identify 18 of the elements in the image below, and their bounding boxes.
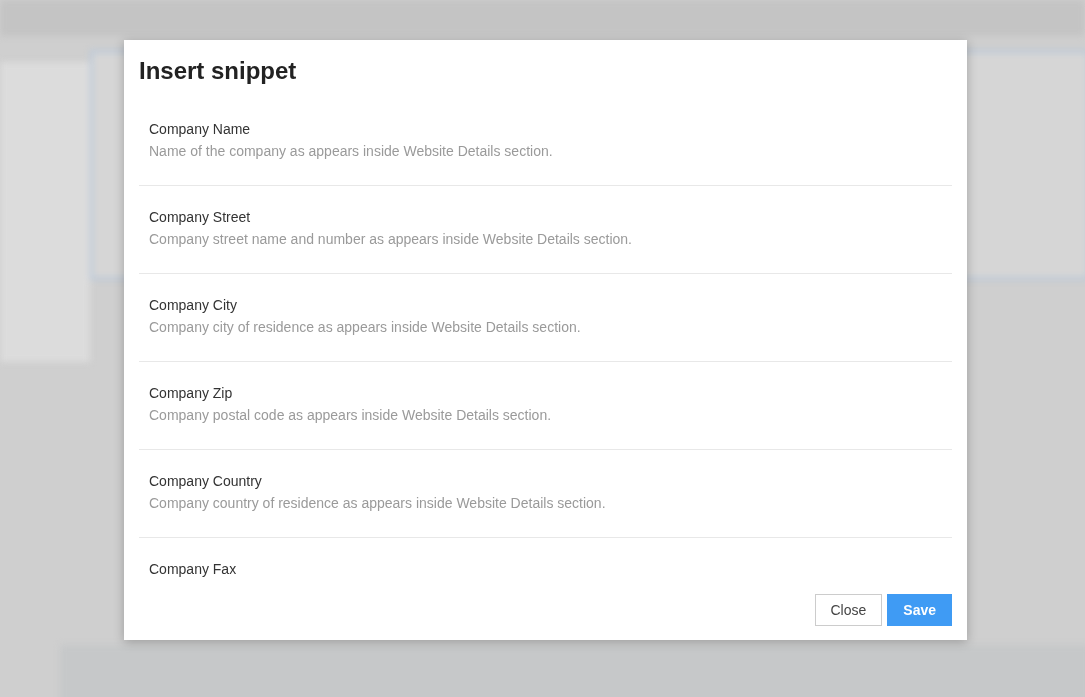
- snippet-name: Company Fax: [149, 561, 237, 577]
- snippet-name: Company Street: [149, 209, 251, 225]
- snippet-item[interactable]: Company City Company city of residence as appears inside Website Details section.: [139, 274, 952, 362]
- snippet-item[interactable]: Company Name Name of the company as appears inside Website Details section.: [139, 98, 952, 186]
- snippet-item[interactable]: Company Country Company country of residence as appears inside Website Details section.: [139, 450, 952, 538]
- snippet-description: Company postal code as appears inside Website Details section.: [149, 407, 552, 423]
- snippet-name: Company Zip: [149, 385, 233, 401]
- dialog-title: Insert snippet: [139, 56, 298, 86]
- snippet-description: Company country of residence as appears inside Website Details section.: [149, 495, 606, 511]
- snippet-name: Company Name: [149, 121, 251, 137]
- snippet-description: Name of the company as appears inside Website Details section.: [149, 143, 553, 159]
- snippet-description: Company street name and number as appears inside Website Details section.: [149, 231, 632, 247]
- snippet-item[interactable]: Company Street Company street name and number as appears inside Website Details section.: [139, 186, 952, 274]
- close-button[interactable]: Close: [814, 594, 883, 626]
- snippet-item[interactable]: Company Zip Company postal code as appears inside Website Details section.: [139, 362, 952, 450]
- snippet-name: Company Country: [149, 473, 262, 489]
- snippet-description: Company city of residence as appears inside Website Details section.: [149, 319, 581, 335]
- snippet-name: Company City: [149, 297, 237, 313]
